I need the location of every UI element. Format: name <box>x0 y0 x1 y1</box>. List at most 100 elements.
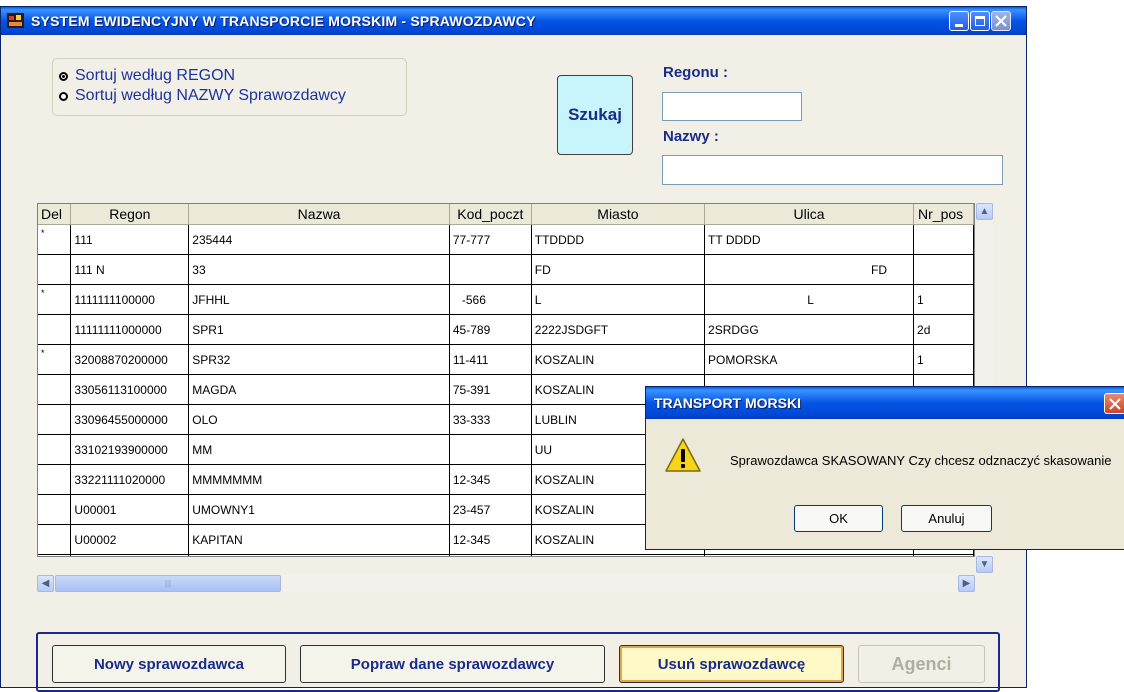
cell-regon[interactable]: 32008870200000 <box>70 344 190 375</box>
cell-del[interactable] <box>38 494 72 525</box>
cell-kod-poczt[interactable]: 45-789 <box>449 314 532 345</box>
cell-regon[interactable]: 111 N <box>70 254 190 285</box>
delete-reporter-button[interactable]: Usuń sprawozdawcę <box>619 645 844 683</box>
cell-kod-poczt[interactable]: 77-777 <box>449 224 532 255</box>
cell-kod-poczt[interactable]: 75-391 <box>449 374 532 405</box>
nazwa-search-input[interactable] <box>662 155 1003 185</box>
scroll-up-button[interactable]: ▲ <box>976 203 993 220</box>
new-reporter-button[interactable]: Nowy sprawozdawca <box>52 645 286 683</box>
cell-regon[interactable]: 33096455000000 <box>70 404 190 435</box>
dialog-title-bar[interactable]: TRANSPORT MORSKI <box>646 387 1124 419</box>
cell-del[interactable] <box>38 374 72 405</box>
cell-miasto[interactable]: 2222JSDGFT <box>531 314 706 345</box>
cell-ulica[interactable]: L <box>704 284 915 315</box>
dialog-ok-button[interactable]: OK <box>794 505 883 532</box>
table-row[interactable]: * 111 235444 77-777 TTDDDD TT DDDD <box>38 224 974 255</box>
cell-ulica[interactable]: FD <box>704 254 915 285</box>
column-header-ulica[interactable]: Ulica <box>704 204 915 225</box>
table-row[interactable]: * 1111111100000 JFHHL -566 L L 1 <box>38 284 974 315</box>
close-button[interactable] <box>991 11 1011 31</box>
cell-regon[interactable] <box>70 554 190 556</box>
title-bar[interactable]: SYSTEM EWIDENCYJNY W TRANSPORCIE MORSKIM… <box>1 7 1026 35</box>
cell-nr-pos[interactable] <box>913 254 974 285</box>
cell-del[interactable] <box>38 434 72 465</box>
table-row[interactable] <box>38 554 974 556</box>
cell-del[interactable] <box>38 404 72 435</box>
cell-del[interactable]: * <box>38 284 72 315</box>
cell-kod-poczt[interactable]: 23-457 <box>449 494 532 525</box>
scroll-left-button[interactable]: ◀ <box>37 575 54 592</box>
cell-miasto[interactable] <box>531 554 706 556</box>
cell-del[interactable] <box>38 524 72 555</box>
cell-ulica[interactable]: TT DDDD <box>704 224 915 255</box>
cell-ulica[interactable]: POMORSKA <box>704 344 915 375</box>
cell-miasto[interactable]: L <box>531 284 706 315</box>
cell-kod-poczt[interactable]: -566 <box>449 284 532 315</box>
column-header-miasto[interactable]: Miasto <box>531 204 706 225</box>
radio-unselected-icon[interactable] <box>59 91 68 101</box>
cell-del[interactable] <box>38 254 72 285</box>
dialog-close-button[interactable] <box>1104 393 1124 414</box>
cell-ulica[interactable]: 2SRDGG <box>704 314 915 345</box>
cell-nr-pos[interactable] <box>913 224 974 255</box>
cell-kod-poczt[interactable]: 11-411 <box>449 344 532 375</box>
cell-kod-poczt[interactable] <box>449 254 532 285</box>
scroll-down-button[interactable]: ▼ <box>976 556 993 573</box>
cell-nazwa[interactable]: SPR32 <box>188 344 450 375</box>
cell-kod-poczt[interactable]: 12-345 <box>449 524 532 555</box>
cell-del[interactable]: * <box>38 224 72 255</box>
sort-by-regon-option[interactable]: Sortuj według REGON <box>59 67 235 85</box>
cell-miasto[interactable]: TTDDDD <box>531 224 706 255</box>
cell-kod-poczt[interactable]: 12-345 <box>449 464 532 495</box>
column-header-regon[interactable]: Regon <box>70 204 190 225</box>
cell-nazwa[interactable]: KAPITAN <box>188 524 450 555</box>
edit-reporter-button[interactable]: Popraw dane sprawozdawcy <box>300 645 605 683</box>
column-header-nazwa[interactable]: Nazwa <box>188 204 450 225</box>
cell-kod-poczt[interactable] <box>449 554 532 556</box>
scroll-right-button[interactable]: ▶ <box>958 575 975 592</box>
maximize-button[interactable] <box>970 11 990 31</box>
cell-kod-poczt[interactable] <box>449 434 532 465</box>
regon-search-input[interactable] <box>662 92 802 121</box>
cell-nazwa[interactable]: MAGDA <box>188 374 450 405</box>
cell-miasto[interactable]: KOSZALIN <box>531 344 706 375</box>
cell-regon[interactable]: 1111111100000 <box>70 284 190 315</box>
cell-regon[interactable]: U00002 <box>70 524 190 555</box>
sort-by-name-option[interactable]: Sortuj według NAZWY Sprawozdawcy <box>59 87 346 105</box>
cell-del[interactable] <box>38 314 72 345</box>
cell-nazwa[interactable]: UMOWNY1 <box>188 494 450 525</box>
cell-nazwa[interactable]: MM <box>188 434 450 465</box>
cell-nr-pos[interactable]: 1 <box>913 284 974 315</box>
cell-regon[interactable]: 33102193900000 <box>70 434 190 465</box>
cell-del[interactable] <box>38 464 72 495</box>
cell-nr-pos[interactable]: 1 <box>913 344 974 375</box>
cell-regon[interactable]: 33221111020000 <box>70 464 190 495</box>
column-header-del[interactable]: Del <box>38 204 72 225</box>
cell-regon[interactable]: 111 <box>70 224 190 255</box>
grid-horizontal-scrollbar[interactable]: ◀ ||| ▶ <box>37 575 976 592</box>
scroll-thumb[interactable]: ||| <box>55 575 281 592</box>
table-row[interactable]: 111 N 33 FD FD <box>38 254 974 285</box>
cell-regon[interactable]: 33056113100000 <box>70 374 190 405</box>
table-row[interactable]: 11111111000000 SPR1 45-789 2222JSDGFT 2SRDGG… <box>38 314 974 345</box>
radio-selected-icon[interactable] <box>59 71 68 81</box>
search-button[interactable]: Szukaj <box>557 75 633 155</box>
cell-nr-pos[interactable] <box>913 554 974 556</box>
dialog-cancel-button[interactable]: Anuluj <box>901 505 992 532</box>
cell-ulica[interactable] <box>704 554 915 556</box>
cell-regon[interactable]: 11111111000000 <box>70 314 190 345</box>
minimize-button[interactable] <box>949 11 969 31</box>
table-row[interactable]: * 32008870200000 SPR32 11-411 KOSZALIN POMORS… <box>38 344 974 375</box>
cell-nazwa[interactable]: 235444 <box>188 224 450 255</box>
column-header-kod-poczt[interactable]: Kod_poczt <box>449 204 532 225</box>
cell-del[interactable]: * <box>38 344 72 375</box>
cell-nazwa[interactable] <box>188 554 450 556</box>
cell-del[interactable] <box>38 554 72 556</box>
column-header-nr-pos[interactable]: Nr_pos <box>913 204 974 225</box>
cell-nazwa[interactable]: 33 <box>188 254 450 285</box>
cell-nr-pos[interactable]: 2d <box>913 314 974 345</box>
cell-miasto[interactable]: FD <box>531 254 706 285</box>
cell-nazwa[interactable]: JFHHL <box>188 284 450 315</box>
cell-kod-poczt[interactable]: 33-333 <box>449 404 532 435</box>
cell-nazwa[interactable]: MMMMMMM <box>188 464 450 495</box>
